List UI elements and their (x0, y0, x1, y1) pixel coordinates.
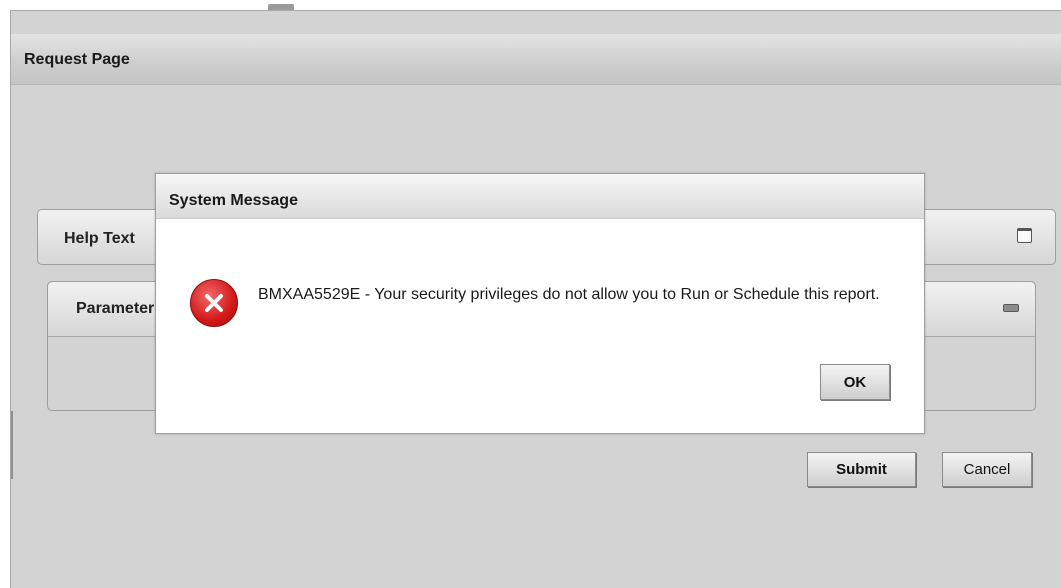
page-title: Request Page (24, 51, 130, 68)
ok-button[interactable]: OK (820, 364, 890, 400)
restore-icon[interactable] (1017, 228, 1032, 243)
left-edge-marker (11, 411, 13, 479)
dialog-title: System Message (169, 192, 298, 209)
submit-button[interactable]: Submit (807, 452, 916, 487)
system-message-dialog: System Message BMXAA5529E - Your securit… (155, 173, 925, 434)
parameters-label: Parameters (76, 300, 164, 317)
error-message: BMXAA5529E - Your security privileges do… (258, 286, 880, 303)
error-icon (190, 279, 238, 327)
minimize-icon[interactable] (1003, 304, 1019, 312)
help-text-label: Help Text (64, 230, 135, 247)
cancel-button[interactable]: Cancel (942, 452, 1032, 487)
page-header (11, 34, 1061, 85)
